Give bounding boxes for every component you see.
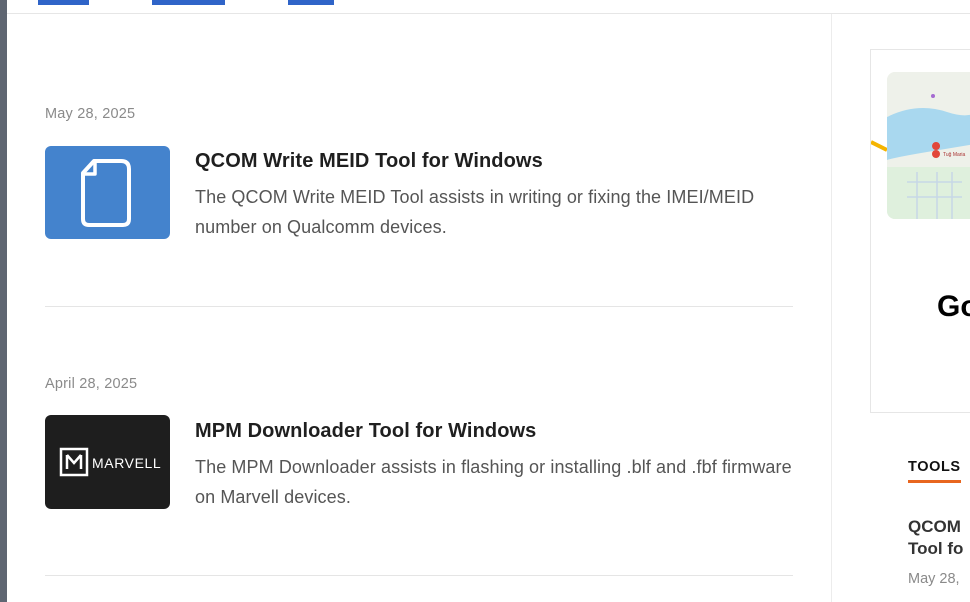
- map-image: Tuğ Maria: [887, 72, 970, 219]
- post-date: April 28, 2025: [45, 376, 138, 392]
- window-left-edge: [0, 0, 7, 602]
- post-divider: [45, 306, 793, 307]
- post-thumbnail[interactable]: [45, 146, 170, 239]
- widget-title-underline: [908, 480, 961, 483]
- post-title-link[interactable]: MPM Downloader Tool for Windows: [195, 420, 536, 443]
- post-card: May 28, 2025 QCOM Write MEID Tool for Wi…: [45, 106, 793, 256]
- column-divider: [831, 14, 832, 602]
- post-card: April 28, 2025 MARVELL MPM Downloader To…: [45, 376, 793, 526]
- marvell-logo-text: MARVELL: [92, 455, 161, 471]
- map-thumbnail[interactable]: Tuğ Maria: [887, 72, 970, 219]
- nav-tab-1[interactable]: [38, 0, 89, 5]
- widget-title: TOOLS: [908, 459, 961, 475]
- sidebar-ad[interactable]: Tuğ Maria Go: [870, 49, 970, 413]
- nav-tab-2[interactable]: [152, 0, 225, 5]
- nav-tab-3[interactable]: [288, 0, 334, 5]
- file-icon: [81, 159, 131, 227]
- post-thumbnail[interactable]: MARVELL: [45, 415, 170, 509]
- map-label: Tuğ Maria: [943, 152, 966, 158]
- marvell-logo: MARVELL: [59, 447, 161, 477]
- ad-heading[interactable]: Go: [937, 290, 970, 324]
- post-excerpt: The QCOM Write MEID Tool assists in writ…: [195, 187, 755, 237]
- post-excerpt: The MPM Downloader assists in flashing o…: [195, 457, 792, 507]
- post-divider: [45, 575, 793, 576]
- post-date: May 28, 2025: [45, 106, 136, 122]
- widget-post-title-link[interactable]: QCOM Tool fo: [908, 516, 970, 560]
- top-navigation: [7, 0, 970, 14]
- widget-post-date: May 28,: [908, 571, 960, 587]
- post-title-link[interactable]: QCOM Write MEID Tool for Windows: [195, 150, 543, 173]
